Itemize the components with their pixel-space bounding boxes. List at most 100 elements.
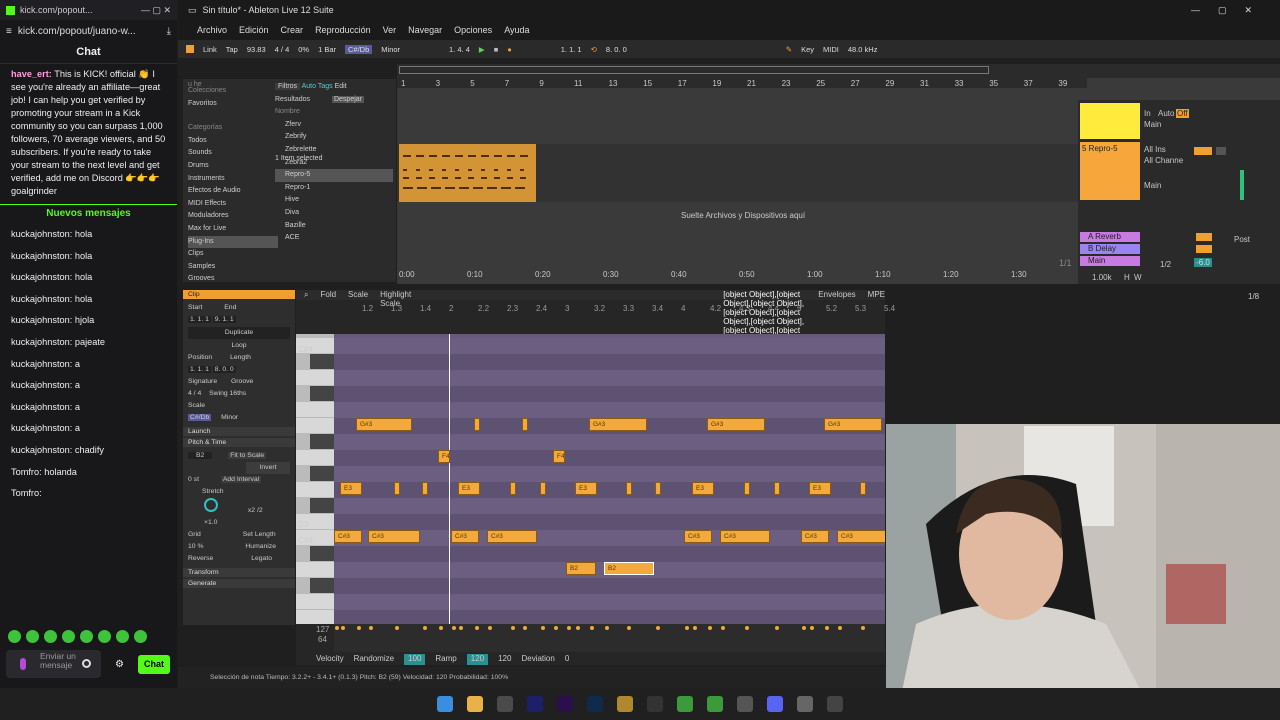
signature-field[interactable]: 4 / 4: [188, 390, 201, 397]
track-output-select[interactable]: Main: [1144, 181, 1161, 190]
mic-icon[interactable]: [20, 658, 26, 670]
tab-notes[interactable]: [object Object],[object Object],[object …: [723, 290, 806, 488]
emoji-icon[interactable]: [82, 659, 91, 668]
midi-note[interactable]: C#3: [451, 530, 479, 543]
windows-start-icon[interactable]: [437, 696, 453, 712]
end-field[interactable]: 9. 1. 1: [212, 316, 236, 323]
position-field[interactable]: 1. 1. 1: [188, 366, 211, 373]
window-controls-icon[interactable]: —▢✕: [1191, 5, 1270, 16]
loop-length-field[interactable]: 8. 0. 0: [606, 45, 627, 54]
settings-icon[interactable]: ≡: [6, 26, 12, 37]
username[interactable]: kuckajohnston:: [11, 402, 72, 412]
clip-title[interactable]: Clip: [183, 290, 295, 299]
category-item[interactable]: Max for Live: [188, 223, 278, 236]
result-item[interactable]: Zebrify: [275, 131, 393, 144]
menu-item[interactable]: Crear: [281, 25, 304, 35]
midi-note[interactable]: [510, 482, 516, 495]
pitch-field[interactable]: B2: [188, 452, 213, 459]
generate-section[interactable]: Generate: [183, 579, 295, 588]
lightroom-icon[interactable]: [587, 696, 603, 712]
midi-note[interactable]: [422, 482, 428, 495]
midi-note[interactable]: E3: [340, 482, 362, 495]
send-b[interactable]: [1196, 245, 1212, 253]
username[interactable]: kuckajohnston:: [11, 251, 72, 261]
stretch-knob[interactable]: [204, 498, 218, 512]
off-button[interactable]: Off: [1176, 109, 1189, 118]
category-item[interactable]: Drums: [188, 160, 278, 173]
midi-note[interactable]: E3: [575, 482, 597, 495]
midi-note[interactable]: [626, 482, 632, 495]
x2-button[interactable]: x2: [248, 507, 255, 514]
gear-icon[interactable]: ⚙: [115, 659, 124, 670]
scale-mode-select[interactable]: Minor: [221, 414, 238, 421]
category-item[interactable]: Clips: [188, 248, 278, 261]
browser-tab[interactable]: kick.com/popout... — ▢ ✕: [0, 0, 177, 20]
key-map-button[interactable]: Key: [801, 45, 814, 54]
midi-note[interactable]: [540, 482, 546, 495]
username[interactable]: Tomfro:: [11, 467, 42, 477]
result-item[interactable]: Repro-1: [275, 182, 393, 195]
record-icon[interactable]: ●: [507, 45, 512, 54]
emote-icon[interactable]: [44, 630, 57, 643]
url-bar[interactable]: ≡ kick.com/popout/juano-w... ⤓: [0, 20, 177, 42]
midi-note[interactable]: [394, 482, 400, 495]
emote-icon[interactable]: [80, 630, 93, 643]
midi-note[interactable]: [774, 482, 780, 495]
settings-icon[interactable]: [497, 696, 513, 712]
result-item[interactable]: Diva: [275, 207, 393, 220]
input-select[interactable]: All Ins: [1144, 145, 1166, 154]
midi-note[interactable]: C#3: [684, 530, 712, 543]
midi-note[interactable]: [860, 482, 866, 495]
midi-note[interactable]: G#3: [707, 418, 765, 431]
filters-button[interactable]: Filtros: [275, 83, 301, 90]
h-button[interactable]: H: [1124, 273, 1130, 282]
deviation-field[interactable]: 0: [565, 654, 569, 665]
master-volume[interactable]: -6.0: [1194, 258, 1212, 267]
output-select[interactable]: Main: [1144, 120, 1161, 129]
menu-item[interactable]: Ver: [383, 25, 397, 35]
result-item[interactable]: Hive: [275, 194, 393, 207]
midi-note[interactable]: E3: [809, 482, 831, 495]
pitch-time-section[interactable]: Pitch & Time: [183, 438, 295, 447]
midi-note[interactable]: F4: [438, 450, 450, 463]
file-explorer-icon[interactable]: [467, 696, 483, 712]
post-button[interactable]: Post: [1234, 235, 1250, 244]
midi-note[interactable]: E3: [692, 482, 714, 495]
pencil-icon[interactable]: ✎: [786, 45, 792, 54]
tab-envelopes[interactable]: Envelopes: [818, 290, 855, 300]
stop-icon[interactable]: ■: [494, 45, 499, 54]
crossfade-select[interactable]: 1/2: [1160, 260, 1171, 269]
username[interactable]: kuckajohnston:: [11, 380, 72, 390]
overview-bar[interactable]: [397, 64, 1280, 78]
half-button[interactable]: /2: [257, 507, 263, 514]
midi-note[interactable]: C#3: [720, 530, 770, 543]
velocity-lane[interactable]: [334, 624, 885, 652]
duplicate-button[interactable]: Duplicate: [188, 327, 290, 339]
username[interactable]: kuckajohnston:: [11, 272, 72, 282]
midi-note[interactable]: F4: [553, 450, 565, 463]
link-button[interactable]: Link: [203, 45, 217, 54]
chrome-icon[interactable]: [677, 696, 693, 712]
category-item[interactable]: MIDI Effects: [188, 198, 278, 211]
send-a[interactable]: [1196, 233, 1212, 241]
channel-select[interactable]: All Channe: [1144, 156, 1183, 165]
midi-note[interactable]: G#3: [589, 418, 647, 431]
category-item[interactable]: Todos: [188, 135, 278, 148]
launch-section[interactable]: Launch: [183, 427, 295, 436]
length-field[interactable]: 8. 0. 0: [212, 366, 236, 373]
menu-item[interactable]: Navegar: [408, 25, 442, 35]
play-icon[interactable]: ▶: [479, 45, 485, 54]
capcut-icon[interactable]: [737, 696, 753, 712]
edit-button[interactable]: Edit: [335, 83, 347, 90]
username[interactable]: kuckajohnston:: [11, 337, 72, 347]
fold-button[interactable]: Fold: [320, 290, 336, 300]
emote-icon[interactable]: [62, 630, 75, 643]
highlight-scale-toggle[interactable]: Highlight Scale: [380, 290, 411, 308]
return-reverb[interactable]: A Reverb: [1080, 232, 1140, 242]
ableton-live-icon[interactable]: [827, 696, 843, 712]
ruler[interactable]: 1 3 5 7 9 11 13 15 17 19 21 23 25 27 29 31 33 35 37 39: [397, 78, 1087, 88]
category-item[interactable]: Plug-Ins: [188, 235, 278, 249]
category-item[interactable]: Samples: [188, 261, 278, 274]
piano-keys[interactable]: [296, 334, 334, 625]
track-header-empty[interactable]: [1080, 103, 1140, 139]
